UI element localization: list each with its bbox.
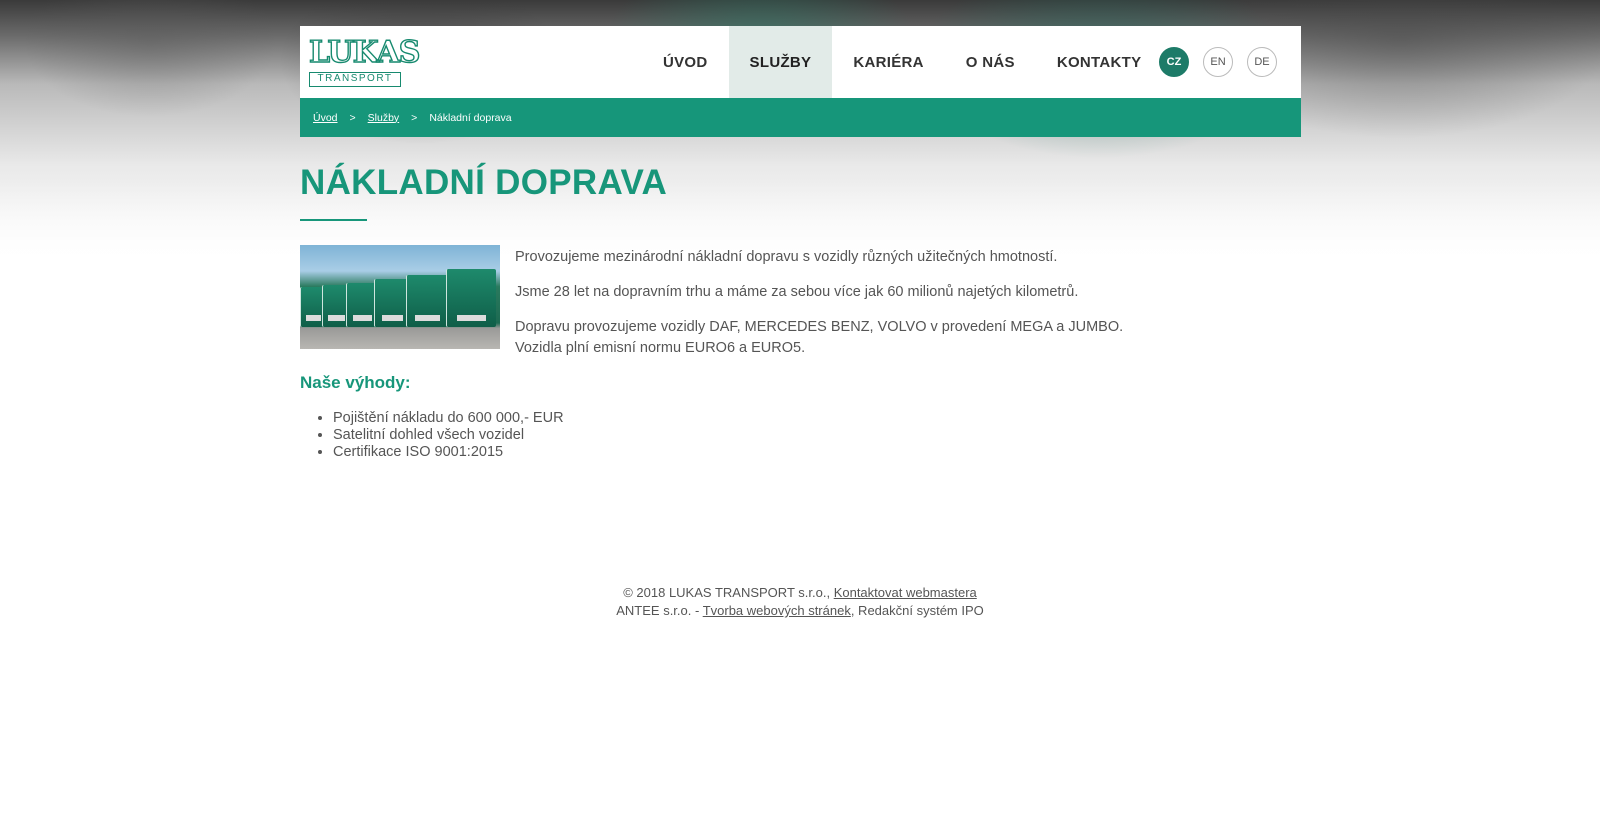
paragraph: Dopravu provozujeme vozidly DAF, MERCEDE… xyxy=(515,319,1124,356)
nav-item-o-nas[interactable]: O NÁS xyxy=(945,26,1036,98)
lang-en-button[interactable]: EN xyxy=(1203,47,1233,77)
page-title: NÁKLADNÍ DOPRAVA xyxy=(300,163,668,202)
logo-subtitle: TRANSPORT xyxy=(309,72,401,87)
web-design-link[interactable]: Tvorba webových stránek xyxy=(703,603,851,618)
site-footer: © 2018 LUKAS TRANSPORT s.r.o., Kontaktov… xyxy=(0,584,1600,620)
cms-text: , Redakční systém IPO xyxy=(850,603,984,618)
benefits-heading: Naše výhody: xyxy=(300,373,411,392)
truck-fleet-image xyxy=(300,245,500,349)
list-item: Certifikace ISO 9001:2015 xyxy=(333,444,564,461)
breadcrumb-link-uvod[interactable]: Úvod xyxy=(313,112,338,124)
breadcrumb-separator: > xyxy=(411,111,418,124)
main-nav: ÚVOD SLUŽBY KARIÉRA O NÁS KONTAKTY xyxy=(642,26,1162,98)
breadcrumb-separator: > xyxy=(349,111,356,124)
breadcrumb-current: Nákladní doprava xyxy=(429,111,512,124)
lang-de-button[interactable]: DE xyxy=(1247,47,1277,77)
copyright-text: © 2018 LUKAS TRANSPORT s.r.o., xyxy=(623,585,831,600)
nav-item-kariera[interactable]: KARIÉRA xyxy=(832,26,944,98)
paragraph: Jsme 28 let na dopravním trhu a máme za … xyxy=(515,284,1079,300)
breadcrumb: Úvod > Služby > Nákladní doprava xyxy=(300,98,1301,137)
footer-line-credits: ANTEE s.r.o. - Tvorba webových stránek, … xyxy=(0,602,1600,620)
nav-item-kontakty[interactable]: KONTAKTY xyxy=(1036,26,1163,98)
logo-word: LUKAS xyxy=(308,34,421,70)
language-switcher: CZ EN DE xyxy=(1159,47,1277,77)
truck-shape xyxy=(374,279,410,327)
breadcrumb-link-sluzby[interactable]: Služby xyxy=(368,112,400,124)
credits-text: ANTEE s.r.o. - xyxy=(616,603,700,618)
list-item: Satelitní dohled všech vozidel xyxy=(333,427,564,444)
truck-shape xyxy=(406,275,448,327)
lang-cz-button[interactable]: CZ xyxy=(1159,47,1189,77)
contact-webmaster-link[interactable]: Kontaktovat webmastera xyxy=(834,585,977,600)
benefits-list: Pojištění nákladu do 600 000,- EUR Satel… xyxy=(333,410,564,461)
list-item: Pojištění nákladu do 600 000,- EUR xyxy=(333,410,564,427)
title-underline xyxy=(300,219,367,221)
nav-item-uvod[interactable]: ÚVOD xyxy=(642,26,729,98)
nav-item-sluzby[interactable]: SLUŽBY xyxy=(728,26,833,98)
footer-line-copyright: © 2018 LUKAS TRANSPORT s.r.o., Kontaktov… xyxy=(0,584,1600,602)
site-header: LUKAS TRANSPORT ÚVOD SLUŽBY KARIÉRA O NÁ… xyxy=(300,26,1301,98)
logo[interactable]: LUKAS TRANSPORT xyxy=(308,34,421,89)
truck-shape xyxy=(446,269,496,327)
intro-text: Provozujeme mezinárodní nákladní dopravu… xyxy=(515,247,1135,373)
paragraph: Provozujeme mezinárodní nákladní dopravu… xyxy=(515,249,1058,265)
